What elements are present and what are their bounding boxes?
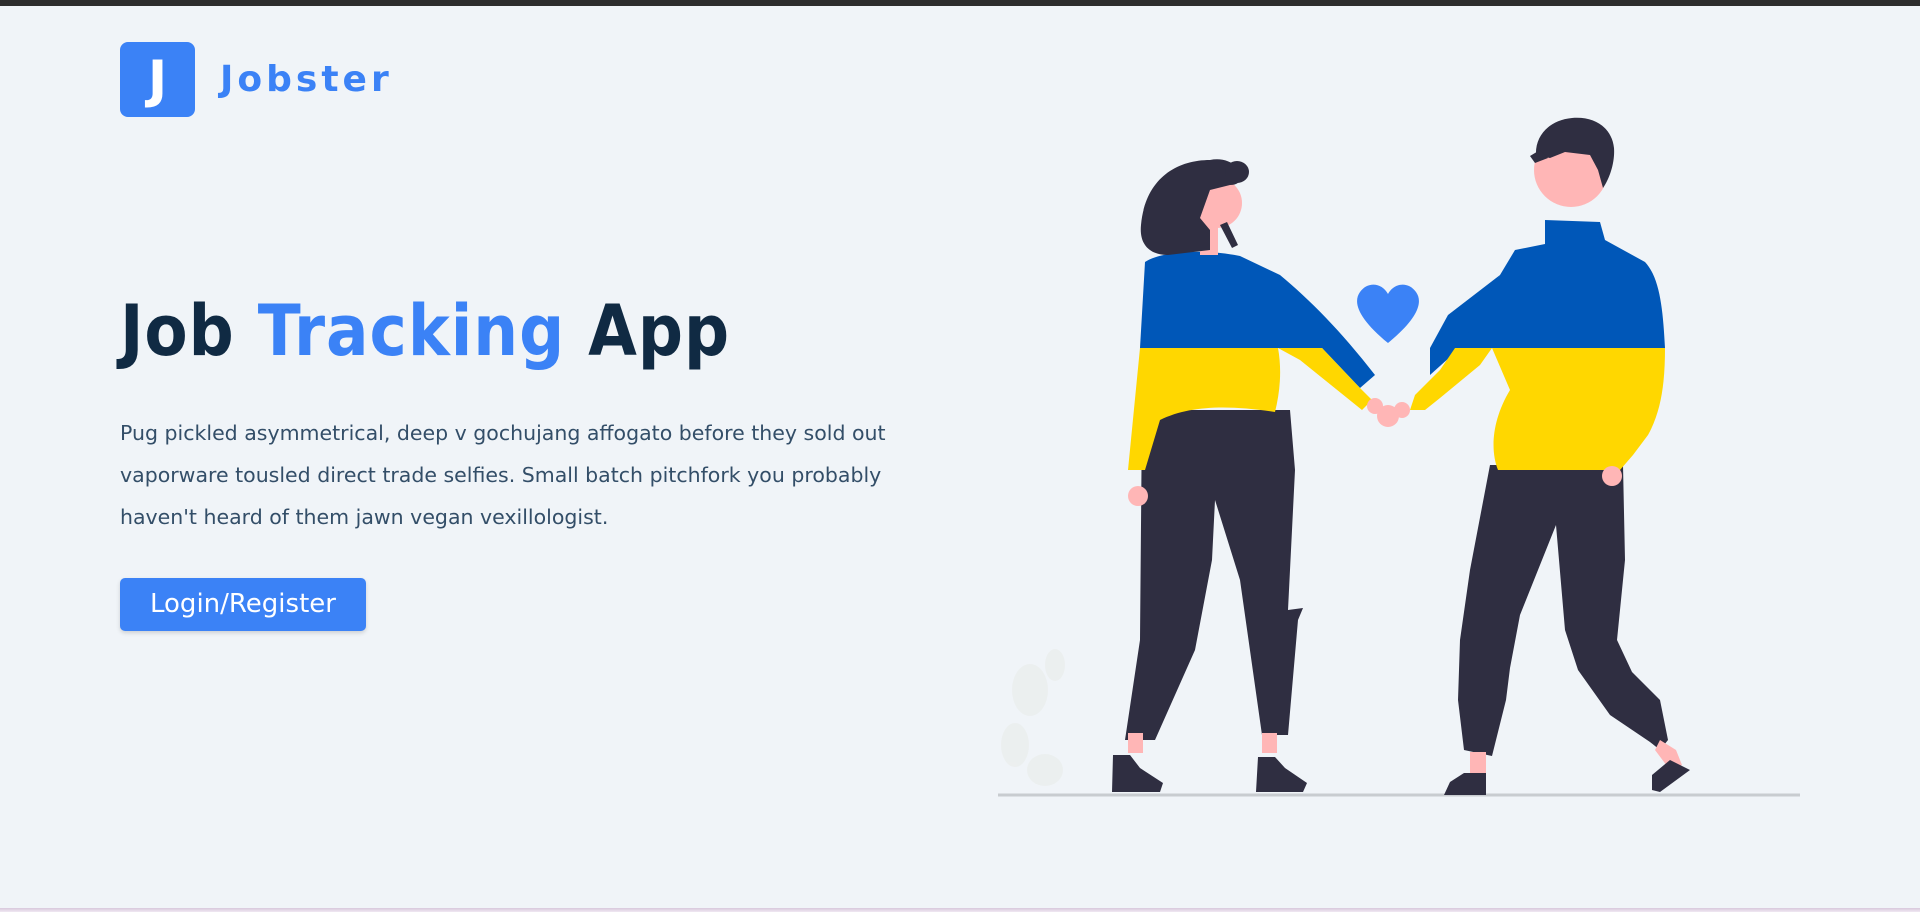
hero-description: Pug pickled asymmetrical, deep v gochuja… <box>120 421 886 529</box>
logo-letter: J <box>147 49 168 110</box>
page-title: Job Tracking App <box>120 285 890 377</box>
window-top-bar <box>0 0 1920 6</box>
title-part-app: App <box>565 290 731 372</box>
window-bottom-edge <box>0 908 1920 912</box>
login-register-button[interactable]: Login/Register <box>120 578 366 631</box>
heart-icon <box>1357 284 1419 343</box>
man-figure <box>1367 117 1690 795</box>
title-part-job: Job <box>120 290 258 372</box>
woman-figure <box>1112 159 1375 792</box>
navbar: J Jobster <box>120 42 393 117</box>
bush-decoration <box>1001 649 1065 786</box>
logo-icon[interactable]: J <box>120 42 195 117</box>
logo-text[interactable]: Jobster <box>220 59 393 100</box>
hero-section: Job Tracking App Pug pickled asymmetrica… <box>120 285 890 631</box>
couple-holding-hands-illustration <box>998 117 1800 797</box>
title-accent-tracking: Tracking <box>257 290 566 372</box>
